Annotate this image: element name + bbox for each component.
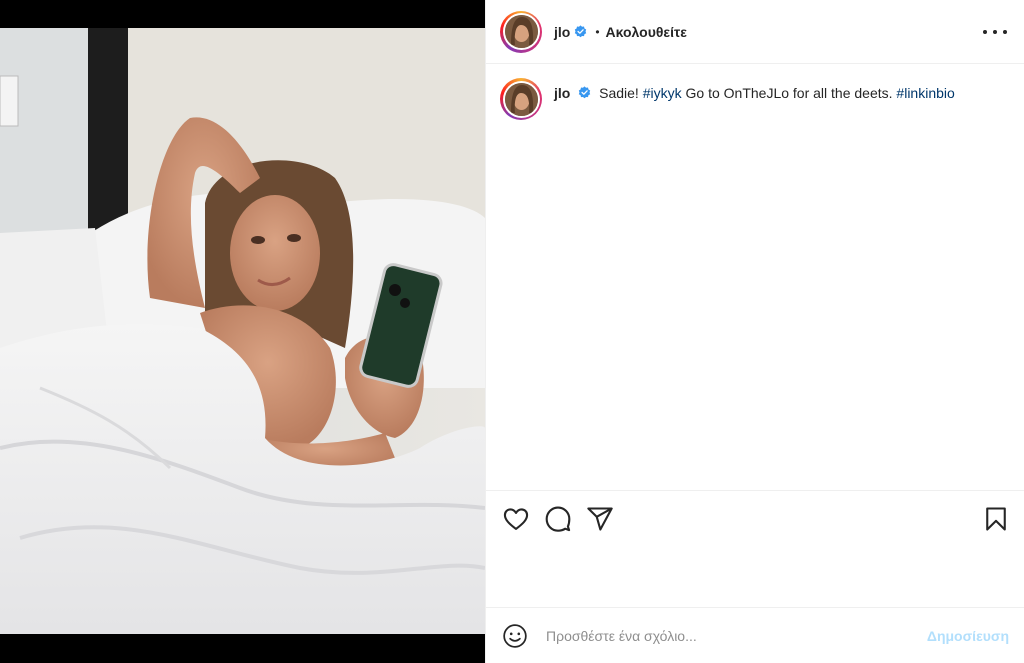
hashtag-link[interactable]: #iykyk: [643, 85, 682, 101]
post-side-panel: jlo • Ακολουθείτε jlo Sadie! #iykyk Go t…: [485, 0, 1024, 663]
bookmark-icon[interactable]: [982, 505, 1010, 533]
more-options-icon[interactable]: [983, 22, 1007, 42]
story-ring[interactable]: [500, 10, 542, 53]
avatar-image: [504, 15, 538, 48]
caption-story-ring[interactable]: [500, 78, 542, 120]
author-username[interactable]: jlo: [554, 24, 570, 40]
post-header: jlo • Ακολουθείτε: [486, 0, 1024, 64]
hashtag-link[interactable]: #linkinbio: [896, 85, 954, 101]
post-photo[interactable]: [0, 28, 485, 634]
following-button[interactable]: Ακολουθείτε: [606, 24, 687, 40]
heart-icon[interactable]: [502, 505, 530, 533]
caption-avatar[interactable]: [504, 82, 538, 116]
caption-username[interactable]: jlo: [554, 85, 570, 101]
caption-text: jlo Sadie! #iykyk Go to OnTheJLo for all…: [554, 84, 955, 102]
comment-bubble-icon[interactable]: [544, 505, 572, 533]
caption-body-2: Go to OnTheJLo for all the deets.: [681, 85, 897, 101]
paper-plane-icon[interactable]: [586, 505, 614, 533]
instagram-post-modal: jlo • Ακολουθείτε jlo Sadie! #iykyk Go t…: [0, 0, 1024, 663]
post-caption: jlo Sadie! #iykyk Go to OnTheJLo for all…: [500, 78, 1010, 120]
action-bar: [486, 490, 1024, 550]
avatar[interactable]: [504, 15, 538, 48]
caption-body-1: Sadie!: [599, 85, 643, 101]
comment-input[interactable]: [546, 627, 886, 644]
caption-verified-badge-icon: [579, 86, 591, 99]
emoji-icon[interactable]: [502, 623, 528, 649]
caption-avatar-image: [504, 82, 538, 116]
post-comment-button[interactable]: Δημοσίευση: [927, 628, 1009, 644]
header-separator: •: [595, 24, 600, 39]
photo-illustration: [0, 28, 485, 634]
comment-composer: Δημοσίευση: [486, 607, 1024, 663]
verified-badge-icon: [575, 25, 587, 38]
post-media-area: [0, 0, 485, 663]
